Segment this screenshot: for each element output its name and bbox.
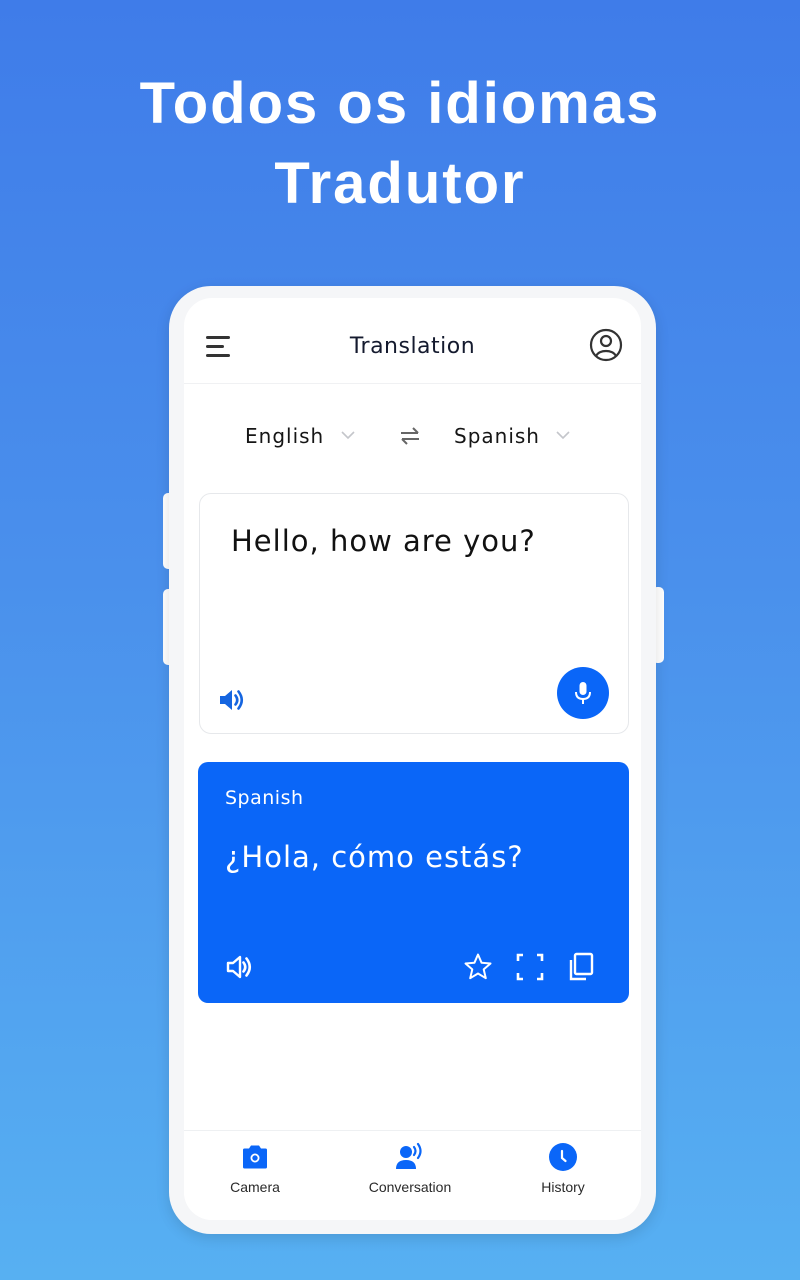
- app-bar: Translation: [184, 298, 641, 384]
- chevron-down-icon: [556, 430, 570, 439]
- result-language-label: Spanish: [225, 787, 304, 809]
- swap-arrows-icon[interactable]: [398, 424, 422, 448]
- account-circle-icon[interactable]: [589, 328, 623, 362]
- nav-conversation[interactable]: Conversation: [350, 1141, 470, 1195]
- bottom-navigation: Camera Conversation History: [184, 1130, 641, 1220]
- language-selector-row: English Spanish: [184, 420, 641, 454]
- nav-history[interactable]: History: [503, 1141, 623, 1195]
- app-screen: Translation English Spanish Hello, how a…: [184, 298, 641, 1220]
- chevron-down-icon: [341, 430, 355, 439]
- camera-icon: [243, 1145, 267, 1169]
- translation-result-card: Spanish ¿Hola, cómo estás?: [198, 762, 629, 1003]
- nav-conversation-label: Conversation: [368, 1179, 452, 1195]
- target-language-label: Spanish: [454, 424, 540, 448]
- source-language-label: English: [245, 424, 325, 448]
- promo-headline-line2: Tradutor: [274, 151, 526, 216]
- source-text-input[interactable]: Hello, how are you?: [231, 524, 536, 558]
- star-icon[interactable]: [462, 951, 494, 983]
- fullscreen-icon[interactable]: [514, 951, 546, 983]
- microphone-icon: [575, 682, 591, 704]
- microphone-button[interactable]: [557, 667, 609, 719]
- target-language-dropdown[interactable]: Spanish: [454, 424, 571, 448]
- conversation-icon: [396, 1142, 422, 1169]
- speaker-icon[interactable]: [224, 951, 256, 983]
- translated-text: ¿Hola, cómo estás?: [225, 840, 524, 874]
- source-language-dropdown[interactable]: English: [245, 424, 356, 448]
- phone-frame: Translation English Spanish Hello, how a…: [169, 286, 656, 1234]
- nav-history-label: History: [541, 1179, 585, 1195]
- nav-camera[interactable]: Camera: [195, 1141, 315, 1195]
- source-text-card[interactable]: Hello, how are you?: [199, 493, 629, 734]
- nav-camera-label: Camera: [230, 1179, 280, 1195]
- clock-icon: [549, 1143, 577, 1171]
- speaker-icon[interactable]: [216, 684, 248, 716]
- page-title: Translation: [349, 334, 476, 359]
- copy-icon[interactable]: [565, 951, 597, 983]
- promo-headline-line1: Todos os idiomas: [139, 71, 661, 136]
